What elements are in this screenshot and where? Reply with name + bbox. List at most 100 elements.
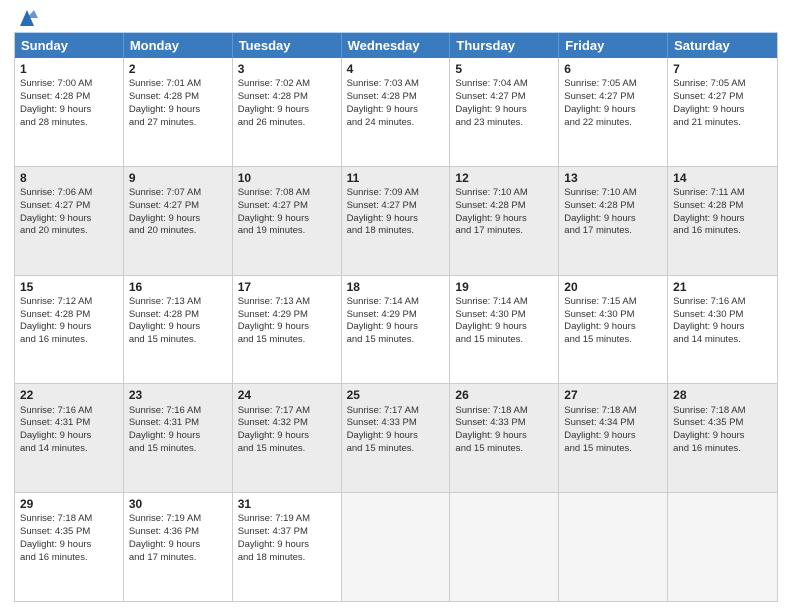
sunrise-text: Sunrise: 7:10 AM xyxy=(455,187,553,200)
weekday-header-friday: Friday xyxy=(559,33,668,58)
daylight-text: and 19 minutes. xyxy=(238,225,336,238)
day-number: 27 xyxy=(564,387,662,403)
empty-cell xyxy=(450,493,559,601)
calendar-body: 1Sunrise: 7:00 AMSunset: 4:28 PMDaylight… xyxy=(15,58,777,601)
daylight-text: and 17 minutes. xyxy=(564,225,662,238)
day-cell-22: 22Sunrise: 7:16 AMSunset: 4:31 PMDayligh… xyxy=(15,384,124,492)
sunset-text: Sunset: 4:33 PM xyxy=(347,417,445,430)
day-number: 12 xyxy=(455,170,553,186)
day-cell-14: 14Sunrise: 7:11 AMSunset: 4:28 PMDayligh… xyxy=(668,167,777,275)
day-number: 4 xyxy=(347,61,445,77)
calendar-row-2: 8Sunrise: 7:06 AMSunset: 4:27 PMDaylight… xyxy=(15,167,777,276)
calendar-row-1: 1Sunrise: 7:00 AMSunset: 4:28 PMDaylight… xyxy=(15,58,777,167)
day-number: 30 xyxy=(129,496,227,512)
sunrise-text: Sunrise: 7:19 AM xyxy=(238,513,336,526)
daylight-text: and 16 minutes. xyxy=(673,443,772,456)
sunrise-text: Sunrise: 7:18 AM xyxy=(564,405,662,418)
daylight-text: and 15 minutes. xyxy=(564,334,662,347)
sunset-text: Sunset: 4:28 PM xyxy=(673,200,772,213)
daylight-text: Daylight: 9 hours xyxy=(238,213,336,226)
sunset-text: Sunset: 4:32 PM xyxy=(238,417,336,430)
day-cell-8: 8Sunrise: 7:06 AMSunset: 4:27 PMDaylight… xyxy=(15,167,124,275)
sunrise-text: Sunrise: 7:12 AM xyxy=(20,296,118,309)
weekday-header-wednesday: Wednesday xyxy=(342,33,451,58)
sunset-text: Sunset: 4:27 PM xyxy=(347,200,445,213)
sunset-text: Sunset: 4:33 PM xyxy=(455,417,553,430)
daylight-text: Daylight: 9 hours xyxy=(129,430,227,443)
sunset-text: Sunset: 4:37 PM xyxy=(238,526,336,539)
sunset-text: Sunset: 4:30 PM xyxy=(455,309,553,322)
sunrise-text: Sunrise: 7:18 AM xyxy=(673,405,772,418)
sunrise-text: Sunrise: 7:19 AM xyxy=(129,513,227,526)
day-cell-2: 2Sunrise: 7:01 AMSunset: 4:28 PMDaylight… xyxy=(124,58,233,166)
weekday-header-tuesday: Tuesday xyxy=(233,33,342,58)
daylight-text: Daylight: 9 hours xyxy=(238,539,336,552)
logo xyxy=(14,10,38,26)
sunset-text: Sunset: 4:35 PM xyxy=(20,526,118,539)
daylight-text: Daylight: 9 hours xyxy=(20,539,118,552)
day-cell-26: 26Sunrise: 7:18 AMSunset: 4:33 PMDayligh… xyxy=(450,384,559,492)
day-cell-4: 4Sunrise: 7:03 AMSunset: 4:28 PMDaylight… xyxy=(342,58,451,166)
sunrise-text: Sunrise: 7:10 AM xyxy=(564,187,662,200)
sunrise-text: Sunrise: 7:08 AM xyxy=(238,187,336,200)
day-number: 14 xyxy=(673,170,772,186)
daylight-text: and 24 minutes. xyxy=(347,117,445,130)
day-cell-10: 10Sunrise: 7:08 AMSunset: 4:27 PMDayligh… xyxy=(233,167,342,275)
daylight-text: and 16 minutes. xyxy=(20,552,118,565)
day-number: 13 xyxy=(564,170,662,186)
sunrise-text: Sunrise: 7:18 AM xyxy=(20,513,118,526)
sunrise-text: Sunrise: 7:00 AM xyxy=(20,78,118,91)
day-cell-21: 21Sunrise: 7:16 AMSunset: 4:30 PMDayligh… xyxy=(668,276,777,384)
day-cell-25: 25Sunrise: 7:17 AMSunset: 4:33 PMDayligh… xyxy=(342,384,451,492)
calendar-row-4: 22 Sunrise: 7:16 AMSunset: 4:31 PMDayligh… xyxy=(15,384,777,493)
sunset-text: Sunset: 4:28 PM xyxy=(564,200,662,213)
day-cell-9: 9Sunrise: 7:07 AMSunset: 4:27 PMDaylight… xyxy=(124,167,233,275)
daylight-text: Daylight: 9 hours xyxy=(129,104,227,117)
sunrise-text: Sunrise: 7:05 AM xyxy=(673,78,772,91)
day-number: 5 xyxy=(455,61,553,77)
daylight-text: Daylight: 9 hours xyxy=(564,213,662,226)
sunrise-text: Sunrise: 7:16 AM xyxy=(129,405,227,418)
day-number: 25 xyxy=(347,387,445,403)
sunrise-text: Sunrise: 7:09 AM xyxy=(347,187,445,200)
day-cell-18: 18Sunrise: 7:14 AMSunset: 4:29 PMDayligh… xyxy=(342,276,451,384)
daylight-text: and 15 minutes. xyxy=(129,443,227,456)
weekday-header-saturday: Saturday xyxy=(668,33,777,58)
weekday-header-thursday: Thursday xyxy=(450,33,559,58)
sunset-text: Sunset: 4:27 PM xyxy=(20,200,118,213)
sunrise-text: Sunrise: 7:15 AM xyxy=(564,296,662,309)
daylight-text: Daylight: 9 hours xyxy=(129,321,227,334)
daylight-text: and 14 minutes. xyxy=(20,443,118,456)
sunrise-text: Sunrise: 7:07 AM xyxy=(129,187,227,200)
daylight-text: and 16 minutes. xyxy=(673,225,772,238)
day-number: 28 xyxy=(673,387,772,403)
daylight-text: Daylight: 9 hours xyxy=(20,104,118,117)
daylight-text: and 18 minutes. xyxy=(347,225,445,238)
calendar: SundayMondayTuesdayWednesdayThursdayFrid… xyxy=(14,32,778,602)
daylight-text: and 23 minutes. xyxy=(455,117,553,130)
day-number: 31 xyxy=(238,496,336,512)
day-number: 24 xyxy=(238,387,336,403)
daylight-text: and 15 minutes. xyxy=(238,443,336,456)
sunset-text: Sunset: 4:31 PM xyxy=(129,417,227,430)
day-number: 18 xyxy=(347,279,445,295)
sunset-text: Sunset: 4:27 PM xyxy=(238,200,336,213)
day-number: 22 xyxy=(20,387,118,403)
daylight-text: Daylight: 9 hours xyxy=(455,321,553,334)
day-cell-6: 6Sunrise: 7:05 AMSunset: 4:27 PMDaylight… xyxy=(559,58,668,166)
sunrise-text: Sunrise: 7:11 AM xyxy=(673,187,772,200)
day-number: 8 xyxy=(20,170,118,186)
sunrise-text: Sunrise: 7:05 AM xyxy=(564,78,662,91)
sunset-text: Sunset: 4:30 PM xyxy=(673,309,772,322)
daylight-text: and 18 minutes. xyxy=(238,552,336,565)
day-cell-15: 15Sunrise: 7:12 AMSunset: 4:28 PMDayligh… xyxy=(15,276,124,384)
daylight-text: and 20 minutes. xyxy=(129,225,227,238)
daylight-text: and 26 minutes. xyxy=(238,117,336,130)
calendar-row-5: 29Sunrise: 7:18 AMSunset: 4:35 PMDayligh… xyxy=(15,493,777,601)
day-number: 3 xyxy=(238,61,336,77)
sunset-text: Sunset: 4:28 PM xyxy=(129,91,227,104)
day-cell-16: 16Sunrise: 7:13 AMSunset: 4:28 PMDayligh… xyxy=(124,276,233,384)
day-cell-27: 27Sunrise: 7:18 AMSunset: 4:34 PMDayligh… xyxy=(559,384,668,492)
day-number: 29 xyxy=(20,496,118,512)
page: SundayMondayTuesdayWednesdayThursdayFrid… xyxy=(0,0,792,612)
